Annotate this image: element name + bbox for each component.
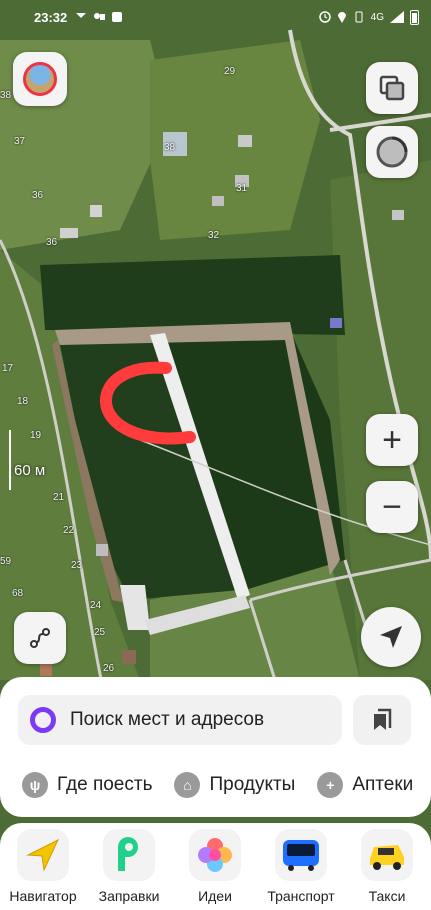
- app-label: Идеи: [198, 888, 232, 904]
- chip-label: Где поесть: [57, 774, 153, 795]
- chip-label: Аптеки: [352, 774, 414, 795]
- layers-button[interactable]: [366, 62, 418, 114]
- bottom-sheet: Поиск мест и адресов ψ Где поесть ⌂ Прод…: [0, 677, 431, 910]
- profile-button[interactable]: [13, 52, 67, 106]
- plot-number: 19: [30, 430, 42, 441]
- minus-icon: −: [382, 488, 402, 526]
- bus-icon: [275, 829, 327, 881]
- apps-card: Навигатор Заправки Идеи Транспорт Такси: [0, 823, 431, 910]
- app-label: Такси: [368, 888, 406, 904]
- plot-number: 29: [224, 66, 236, 77]
- app-notification-icon: [112, 12, 123, 22]
- navigator-icon: [17, 829, 69, 881]
- plot-number: 38: [164, 142, 176, 153]
- alarm-icon: [318, 11, 331, 23]
- route-icon: [30, 628, 50, 648]
- plot-number: 22: [63, 525, 75, 536]
- ideas-icon: [189, 829, 241, 881]
- plot-number: 24: [90, 600, 102, 611]
- routes-button[interactable]: [14, 612, 66, 664]
- status-bar: 23:32 4G: [0, 0, 431, 34]
- plot-number: 23: [71, 560, 83, 571]
- app-label: Заправки: [98, 888, 160, 904]
- status-time: 23:32: [34, 9, 68, 25]
- app-fuel[interactable]: Заправки: [86, 829, 172, 904]
- pharmacy-cross-icon: +: [317, 772, 344, 798]
- search-placeholder: Поиск мест и адресов: [70, 709, 265, 730]
- plot-number: 21: [53, 492, 65, 503]
- fork-knife-icon: ψ: [22, 772, 48, 798]
- signal-icon: [390, 11, 404, 23]
- bookmarks-button[interactable]: [353, 695, 411, 745]
- plot-number: 26: [103, 663, 115, 674]
- contact-icon: [94, 13, 106, 20]
- zoom-in-button[interactable]: +: [366, 414, 418, 466]
- map-scale-label: 60 м: [14, 462, 46, 479]
- app-ideas[interactable]: Идеи: [172, 829, 258, 904]
- plot-number: 25: [94, 627, 106, 638]
- plot-number: 32: [208, 230, 220, 241]
- plot-number: 36: [32, 190, 44, 201]
- plot-number: 18: [17, 396, 29, 407]
- alice-voice-assistant-icon[interactable]: [30, 707, 56, 733]
- plot-number: 17: [2, 363, 14, 374]
- location-icon: [337, 12, 346, 23]
- category-chips: ψ Где поесть ⌂ Продукты + Аптеки: [0, 767, 431, 803]
- app-transport[interactable]: Транспорт: [258, 829, 344, 904]
- basket-icon: ⌂: [174, 772, 201, 798]
- vibrate-icon: [355, 11, 363, 23]
- app-label: Транспорт: [267, 888, 335, 904]
- plot-number: 38: [0, 90, 12, 101]
- chip-food[interactable]: ψ Где поесть: [22, 772, 152, 798]
- plot-number: 68: [12, 588, 24, 599]
- plot-number: 37: [14, 136, 26, 147]
- chip-groceries[interactable]: ⌂ Продукты: [174, 772, 295, 798]
- message-icon: [76, 13, 87, 18]
- search-input[interactable]: Поиск мест и адресов: [18, 695, 342, 745]
- navigation-arrow-icon: [380, 626, 402, 648]
- zoom-out-button[interactable]: −: [366, 481, 418, 533]
- plus-icon: +: [382, 421, 402, 459]
- my-location-button[interactable]: [361, 607, 421, 667]
- network-type: 4G: [370, 11, 384, 23]
- layers-icon: [379, 75, 405, 101]
- app-navigator[interactable]: Навигатор: [0, 829, 86, 904]
- search-card: Поиск мест и адресов ψ Где поесть ⌂ Прод…: [0, 677, 431, 817]
- plot-number: 31: [236, 183, 248, 194]
- chip-label: Продукты: [209, 774, 296, 795]
- app-taxi[interactable]: Такси: [344, 829, 430, 904]
- taxi-car-icon: [361, 829, 413, 881]
- traffic-icon: [376, 136, 408, 168]
- fuel-icon: [103, 829, 155, 881]
- app-label: Навигатор: [9, 888, 77, 904]
- avatar: [23, 62, 57, 96]
- plot-number: 59: [0, 556, 12, 567]
- traffic-button[interactable]: [366, 126, 418, 178]
- apps-row: Навигатор Заправки Идеи Транспорт Такси: [0, 829, 431, 904]
- plot-number: 36: [46, 237, 58, 248]
- battery-icon: [410, 9, 419, 25]
- chip-pharmacy[interactable]: + Аптеки: [317, 772, 413, 798]
- bookmarks-icon: [374, 708, 392, 730]
